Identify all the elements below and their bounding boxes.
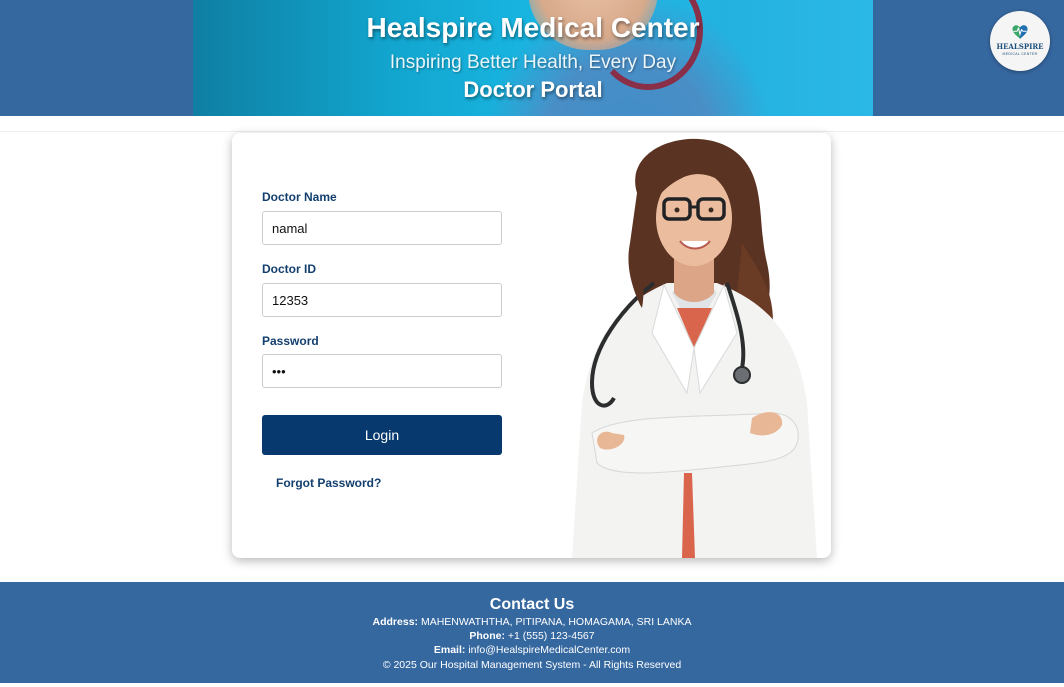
portal-title: Doctor Portal bbox=[463, 77, 603, 102]
forgot-password-link[interactable]: Forgot Password? bbox=[276, 476, 381, 490]
footer-copyright: © 2025 Our Hospital Management System - … bbox=[382, 659, 682, 671]
site-logo[interactable]: HEALSPIRE MEDICAL CENTER bbox=[990, 11, 1050, 71]
address-label: Address: bbox=[372, 616, 419, 628]
footer-address: Address: MAHENWATHTHA, PITIPANA, HOMAGAM… bbox=[0, 616, 1064, 628]
site-title: Healspire Medical Center bbox=[366, 12, 700, 43]
login-button[interactable]: Login bbox=[262, 415, 502, 455]
footer-phone: Phone: +1 (555) 123-4567 bbox=[0, 630, 1064, 642]
doctor-id-label: Doctor ID bbox=[262, 262, 316, 276]
password-input[interactable] bbox=[262, 354, 502, 388]
heart-pulse-icon bbox=[1012, 25, 1028, 39]
site-footer: Contact Us Address: MAHENWATHTHA, PITIPA… bbox=[0, 582, 1064, 683]
contact-title: Contact Us bbox=[489, 596, 575, 613]
site-tagline: Inspiring Better Health, Every Day bbox=[389, 52, 677, 73]
login-card: Doctor Name Doctor ID Password Login For… bbox=[232, 133, 831, 558]
email-label: Email: bbox=[433, 644, 466, 656]
phone-value: +1 (555) 123-4567 bbox=[507, 630, 595, 642]
site-header: Healspire Medical Center Inspiring Bette… bbox=[0, 0, 1064, 116]
address-value: MAHENWATHTHA, PITIPANA, HOMAGAMA, SRI LA… bbox=[420, 616, 692, 628]
logo-tagline: MEDICAL CENTER bbox=[1002, 52, 1038, 56]
logo-name: HEALSPIRE bbox=[996, 42, 1044, 51]
email-value[interactable]: info@HealspireMedicalCenter.com bbox=[468, 644, 630, 656]
doctor-id-input[interactable] bbox=[262, 283, 502, 317]
header-divider bbox=[0, 131, 1064, 132]
phone-label: Phone: bbox=[469, 630, 505, 642]
doctor-name-label: Doctor Name bbox=[262, 190, 337, 204]
header-banner: Healspire Medical Center Inspiring Bette… bbox=[193, 0, 873, 116]
doctor-name-input[interactable] bbox=[262, 211, 502, 245]
doctor-portrait bbox=[572, 138, 817, 558]
footer-email: Email: info@HealspireMedicalCenter.com bbox=[0, 644, 1064, 656]
password-label: Password bbox=[262, 334, 319, 348]
